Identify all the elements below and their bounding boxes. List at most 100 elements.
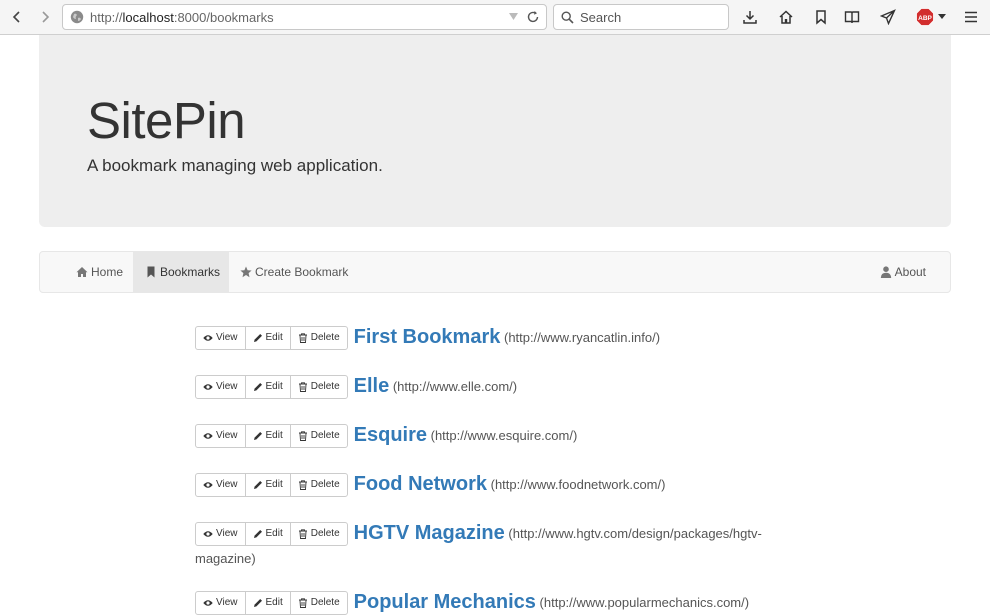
view-button[interactable]: View <box>195 473 246 497</box>
bookmark-icon <box>816 10 826 25</box>
view-label: View <box>216 430 238 441</box>
browser-toolbar: http://localhost:8000/bookmarks Search A… <box>0 0 990 35</box>
edit-label: Edit <box>265 430 283 441</box>
bookmark-url: (http://www.esquire.com/) <box>430 428 578 443</box>
delete-button[interactable]: Delete <box>289 375 348 399</box>
downloads-button[interactable] <box>741 8 759 26</box>
user-icon <box>880 266 891 278</box>
delete-label: Delete <box>310 332 340 343</box>
search-icon <box>561 10 574 24</box>
edit-label: Edit <box>265 528 283 539</box>
eye-icon <box>203 433 213 439</box>
trash-icon <box>298 382 307 392</box>
nav-create-bookmark[interactable]: Create Bookmark <box>240 252 348 292</box>
menu-button[interactable] <box>962 8 980 26</box>
star-icon <box>240 266 252 278</box>
site-tagline: A bookmark managing web application. <box>87 156 383 175</box>
delete-button[interactable]: Delete <box>289 473 348 497</box>
eye-icon <box>203 384 213 390</box>
nav-bookmarks[interactable]: Bookmarks <box>133 252 229 292</box>
delete-button[interactable]: Delete <box>289 591 348 615</box>
bookmark-title-link[interactable]: Esquire <box>354 424 427 446</box>
eye-icon <box>203 335 213 341</box>
bookmark-title-link[interactable]: Popular Mechanics <box>354 591 536 613</box>
bookmark-title-link[interactable]: Elle <box>354 375 390 397</box>
bookmark-title-link[interactable]: HGTV Magazine <box>354 522 505 544</box>
url-text: http://localhost:8000/bookmarks <box>90 9 274 25</box>
hamburger-icon <box>965 11 977 23</box>
edit-button[interactable]: Edit <box>244 522 291 546</box>
pencil-icon <box>253 599 262 607</box>
pencil-icon <box>253 530 262 538</box>
reader-view-button[interactable] <box>843 8 861 26</box>
delete-label: Delete <box>310 479 340 490</box>
bookmark-item: View Edit Delete First Bookmark (http://… <box>195 325 775 350</box>
share-button[interactable] <box>879 8 897 26</box>
search-input[interactable] <box>580 9 720 25</box>
search-bar[interactable] <box>553 4 729 30</box>
edit-label: Edit <box>265 381 283 392</box>
edit-label: Edit <box>265 479 283 490</box>
view-label: View <box>216 381 238 392</box>
bookmark-item: View Edit Delete Food Network (http://ww… <box>195 472 775 497</box>
edit-button[interactable]: Edit <box>244 375 291 399</box>
home-button[interactable] <box>777 8 795 26</box>
dropdown-arrow-icon[interactable] <box>509 13 518 21</box>
forward-button[interactable] <box>35 7 55 27</box>
adblock-icon[interactable]: ABP <box>916 8 934 26</box>
home-icon <box>76 267 88 277</box>
bookmark-star-button[interactable] <box>812 8 830 26</box>
view-label: View <box>216 528 238 539</box>
home-icon <box>779 10 793 24</box>
edit-button[interactable]: Edit <box>244 326 291 350</box>
edit-button[interactable]: Edit <box>244 473 291 497</box>
view-button[interactable]: View <box>195 591 246 615</box>
edit-label: Edit <box>265 597 283 608</box>
delete-button[interactable]: Delete <box>289 522 348 546</box>
view-button[interactable]: View <box>195 522 246 546</box>
globe-icon <box>70 10 84 24</box>
chevron-right-icon <box>42 11 50 23</box>
bookmark-url: (http://www.ryancatlin.info/) <box>503 330 661 345</box>
view-button[interactable]: View <box>195 424 246 448</box>
bookmark-item: View Edit Delete HGTV Magazine (http://w… <box>195 521 775 571</box>
nav-about[interactable]: About <box>880 252 926 292</box>
chevron-down-icon[interactable] <box>938 14 946 20</box>
nav-home[interactable]: Home <box>76 252 123 292</box>
trash-icon <box>298 431 307 441</box>
eye-icon <box>203 482 213 488</box>
bookmark-icon <box>147 266 155 278</box>
bookmark-url: (http://www.elle.com/) <box>392 379 518 394</box>
back-button[interactable] <box>7 7 27 27</box>
delete-button[interactable]: Delete <box>289 424 348 448</box>
delete-label: Delete <box>310 597 340 608</box>
trash-icon <box>298 598 307 608</box>
bookmark-url: (http://www.popularmechanics.com/) <box>539 595 750 610</box>
view-button[interactable]: View <box>195 375 246 399</box>
chevron-left-icon <box>12 11 20 23</box>
pencil-icon <box>253 334 262 342</box>
download-icon <box>743 11 757 24</box>
adblock-label: ABP <box>918 15 932 22</box>
nav-create-label: Create Bookmark <box>255 265 349 279</box>
bookmark-title-link[interactable]: Food Network <box>354 473 487 495</box>
view-button[interactable]: View <box>195 326 246 350</box>
bookmark-title-link[interactable]: First Bookmark <box>354 326 501 348</box>
nav-about-label: About <box>894 265 926 279</box>
delete-label: Delete <box>310 430 340 441</box>
edit-button[interactable]: Edit <box>244 591 291 615</box>
pencil-icon <box>253 432 262 440</box>
url-bar[interactable]: http://localhost:8000/bookmarks <box>62 4 547 30</box>
bookmark-actions: View Edit Delete <box>195 473 348 497</box>
view-label: View <box>216 479 238 490</box>
jumbotron: SitePin A bookmark managing web applicat… <box>39 35 951 227</box>
view-label: View <box>216 597 238 608</box>
edit-button[interactable]: Edit <box>244 424 291 448</box>
delete-button[interactable]: Delete <box>289 326 348 350</box>
trash-icon <box>298 333 307 343</box>
pencil-icon <box>253 481 262 489</box>
reload-icon[interactable] <box>526 10 540 24</box>
bookmark-actions: View Edit Delete <box>195 591 348 615</box>
edit-label: Edit <box>265 332 283 343</box>
bookmark-item: View Edit Delete Esquire (http://www.esq… <box>195 423 775 448</box>
